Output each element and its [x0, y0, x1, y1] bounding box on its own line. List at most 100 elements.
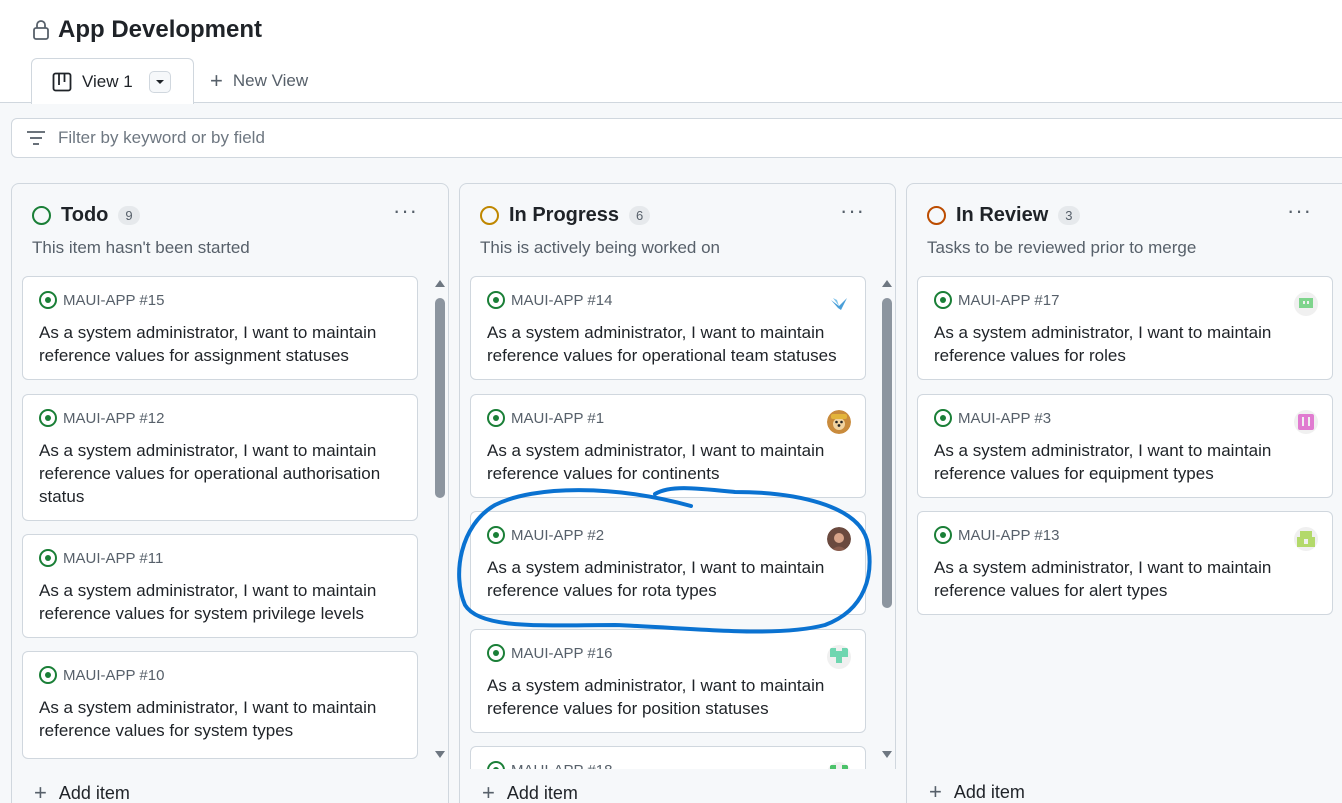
issue-card[interactable]: MAUI-APP #1 As a system administrator, I…: [470, 394, 866, 498]
column-title: In Review: [956, 204, 1049, 226]
issue-card[interactable]: MAUI-APP #14 As a system administrator, …: [470, 276, 866, 380]
scrollbar-thumb[interactable]: [882, 298, 892, 608]
column-header: In Review 3: [927, 204, 1080, 227]
identicon-avatar[interactable]: [1294, 410, 1318, 434]
project-title-row: App Development: [32, 16, 262, 44]
chevron-down-icon: [155, 79, 164, 84]
issue-card[interactable]: MAUI-APP #11 As a system administrator, …: [22, 534, 418, 638]
column-in-progress: In Progress 6 ··· This is actively being…: [459, 183, 896, 803]
issue-id[interactable]: MAUI-APP #15: [63, 292, 164, 309]
column-description: This is actively being worked on: [480, 238, 721, 257]
tab-label: View 1: [82, 71, 133, 91]
view-options-button[interactable]: [148, 70, 171, 93]
issue-title[interactable]: As a system administrator, I want to mai…: [934, 321, 1316, 367]
new-view-button[interactable]: + New View: [210, 70, 308, 92]
issue-id[interactable]: MAUI-APP #17: [958, 292, 1059, 309]
open-issue-icon: [487, 644, 505, 662]
issue-title[interactable]: As a system administrator, I want to mai…: [487, 321, 849, 367]
add-item-label: Add item: [58, 782, 130, 803]
issue-card[interactable]: MAUI-APP #13 As a system administrator, …: [917, 511, 1333, 615]
lock-icon: [33, 20, 49, 40]
plus-icon: +: [34, 780, 47, 803]
board-icon: [52, 72, 72, 91]
status-circle-icon: [32, 206, 51, 225]
project-header: App Development View 1 + New View: [0, 0, 1342, 104]
column-todo: Todo 9 ··· This item hasn't been started…: [11, 183, 449, 803]
open-issue-icon: [487, 526, 505, 544]
filter-bar: [11, 118, 1342, 158]
scrollbar[interactable]: [879, 274, 895, 764]
open-issue-icon: [487, 291, 505, 309]
status-circle-icon: [480, 206, 499, 225]
tab-view-1[interactable]: View 1: [31, 58, 194, 104]
add-item-label: Add item: [953, 781, 1025, 802]
plus-icon: +: [210, 68, 223, 93]
status-circle-icon: [927, 206, 946, 225]
issue-id[interactable]: MAUI-APP #2: [511, 527, 604, 544]
issue-title[interactable]: As a system administrator, I want to mai…: [39, 439, 401, 508]
add-item-button[interactable]: + Add item: [34, 782, 130, 803]
column-header: In Progress 6: [480, 204, 651, 227]
issue-title[interactable]: As a system administrator, I want to mai…: [487, 439, 849, 485]
issue-id[interactable]: MAUI-APP #16: [511, 645, 612, 662]
column-menu-button[interactable]: ···: [1287, 198, 1312, 224]
issue-card[interactable]: MAUI-APP #16 As a system administrator, …: [470, 629, 866, 733]
issue-card[interactable]: MAUI-APP #12 As a system administrator, …: [22, 394, 418, 521]
open-issue-icon: [487, 409, 505, 427]
issue-id[interactable]: MAUI-APP #13: [958, 527, 1059, 544]
open-issue-icon: [39, 291, 57, 309]
origami-bird-icon[interactable]: [827, 292, 851, 316]
open-issue-icon: [39, 409, 57, 427]
issue-title[interactable]: As a system administrator, I want to mai…: [487, 674, 849, 720]
scroll-up-arrow-icon[interactable]: [435, 280, 445, 287]
scrollbar-thumb[interactable]: [435, 298, 445, 498]
column-title: In Progress: [509, 204, 620, 226]
dog-avatar[interactable]: [827, 410, 851, 434]
open-issue-icon: [39, 666, 57, 684]
column-header: Todo 9: [32, 204, 140, 227]
scroll-down-arrow-icon[interactable]: [435, 751, 445, 758]
identicon-avatar[interactable]: [827, 645, 851, 669]
identicon-avatar[interactable]: [1294, 292, 1318, 316]
open-issue-icon: [934, 526, 952, 544]
issue-id[interactable]: MAUI-APP #12: [63, 410, 164, 427]
issue-title[interactable]: As a system administrator, I want to mai…: [39, 579, 401, 625]
filter-input[interactable]: [58, 128, 658, 148]
column-menu-button[interactable]: ···: [393, 198, 418, 224]
column-menu-button[interactable]: ···: [840, 198, 865, 224]
issue-title[interactable]: As a system administrator, I want to mai…: [934, 556, 1316, 602]
new-view-label: New View: [232, 71, 309, 90]
issue-card[interactable]: MAUI-APP #15 As a system administrator, …: [22, 276, 418, 380]
column-title: Todo: [61, 204, 109, 226]
issue-id[interactable]: MAUI-APP #11: [63, 550, 163, 567]
column-description: This item hasn't been started: [32, 238, 250, 257]
scroll-down-arrow-icon[interactable]: [882, 751, 892, 758]
item-count-badge: 6: [629, 206, 651, 225]
item-count-badge: 3: [1058, 206, 1080, 225]
issue-title[interactable]: As a system administrator, I want to mai…: [487, 556, 849, 602]
issue-id[interactable]: MAUI-APP #14: [511, 292, 612, 309]
identicon-avatar[interactable]: [1294, 527, 1318, 551]
item-count-badge: 9: [118, 206, 140, 225]
issue-id[interactable]: MAUI-APP #3: [958, 410, 1051, 427]
issue-title[interactable]: As a system administrator, I want to mai…: [934, 439, 1316, 485]
issue-id[interactable]: MAUI-APP #1: [511, 410, 604, 427]
issue-title[interactable]: As a system administrator, I want to mai…: [39, 321, 401, 367]
issue-card[interactable]: MAUI-APP #17 As a system administrator, …: [917, 276, 1333, 380]
issue-card[interactable]: MAUI-APP #3 As a system administrator, I…: [917, 394, 1333, 498]
open-issue-icon: [39, 549, 57, 567]
page-title: App Development: [58, 16, 263, 43]
issue-card[interactable]: MAUI-APP #10 As a system administrator, …: [22, 651, 418, 759]
issue-card[interactable]: MAUI-APP #2 As a system administrator, I…: [470, 511, 866, 615]
plus-icon: +: [929, 779, 942, 803]
add-item-button[interactable]: + Add item: [929, 781, 1025, 803]
issue-title[interactable]: As a system administrator, I want to mai…: [39, 696, 401, 742]
add-item-button[interactable]: + Add item: [482, 782, 578, 803]
filter-icon: [27, 131, 45, 145]
scroll-up-arrow-icon[interactable]: [882, 280, 892, 287]
issue-id[interactable]: MAUI-APP #10: [63, 667, 164, 684]
scrollbar[interactable]: [432, 274, 448, 764]
column-description: Tasks to be reviewed prior to merge: [927, 238, 1197, 257]
column-in-review: In Review 3 ··· Tasks to be reviewed pri…: [906, 183, 1342, 803]
person-avatar[interactable]: [827, 527, 851, 551]
